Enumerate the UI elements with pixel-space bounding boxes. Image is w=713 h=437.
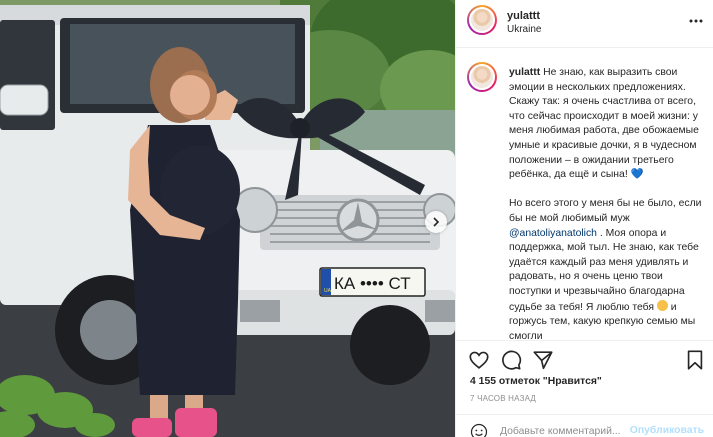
caption-text-3: . Моя опора и поддержка, мой тыл. Не зна… — [509, 227, 699, 313]
blue-heart-emoji: 💙 — [630, 169, 644, 181]
author-username[interactable]: yulattt — [507, 10, 540, 22]
heart-icon — [469, 351, 489, 369]
post-timestamp[interactable]: 7 ЧАСОВ НАЗАД — [470, 394, 536, 403]
more-options-button[interactable] — [688, 13, 704, 29]
post-photo[interactable]: UA КА •••• СТ — [0, 0, 455, 437]
caption-text-1: Не знаю, как выразить свои эмоции в неск… — [509, 67, 699, 181]
mention-link[interactable]: @anatoliyanatolich — [509, 228, 597, 239]
author-avatar[interactable] — [467, 5, 497, 35]
like-button[interactable] — [468, 349, 490, 371]
chevron-right-icon — [433, 217, 440, 227]
plate-country: UA — [324, 288, 332, 294]
save-button[interactable] — [684, 349, 706, 371]
comment-form: Опубликовать — [456, 414, 713, 437]
plate-number: КА •••• СТ — [334, 274, 411, 293]
post-caption: yulattt Не знаю, как выразить свои эмоци… — [509, 66, 707, 340]
emoji-icon — [470, 423, 488, 437]
caption-avatar[interactable] — [467, 62, 497, 92]
comment-button[interactable] — [500, 349, 522, 371]
post-side-panel: yulattt Ukraine yulattt Не знаю, как выр… — [455, 0, 713, 437]
next-image-button[interactable] — [425, 211, 447, 233]
share-icon — [533, 351, 553, 370]
bookmark-icon — [687, 350, 703, 370]
post-header: yulattt Ukraine — [456, 0, 713, 48]
comment-icon — [502, 350, 522, 370]
likes-count[interactable]: 4 155 отметок "Нравится" — [470, 376, 602, 387]
post-location[interactable]: Ukraine — [507, 24, 541, 35]
caption-username[interactable]: yulattt — [509, 67, 540, 78]
publish-button[interactable]: Опубликовать — [630, 425, 704, 436]
post-actions — [456, 340, 713, 380]
emoji-picker-button[interactable] — [470, 423, 488, 437]
caption-text-2: Но всего этого у меня бы не было, если б… — [509, 198, 702, 224]
share-button[interactable] — [532, 349, 554, 371]
caption-section: yulattt Не знаю, как выразить свои эмоци… — [456, 52, 713, 340]
cat-emoji-icon — [656, 299, 668, 311]
post-image: UA КА •••• СТ — [0, 0, 455, 437]
more-horizontal-icon — [689, 19, 703, 23]
comment-input[interactable] — [500, 422, 630, 437]
